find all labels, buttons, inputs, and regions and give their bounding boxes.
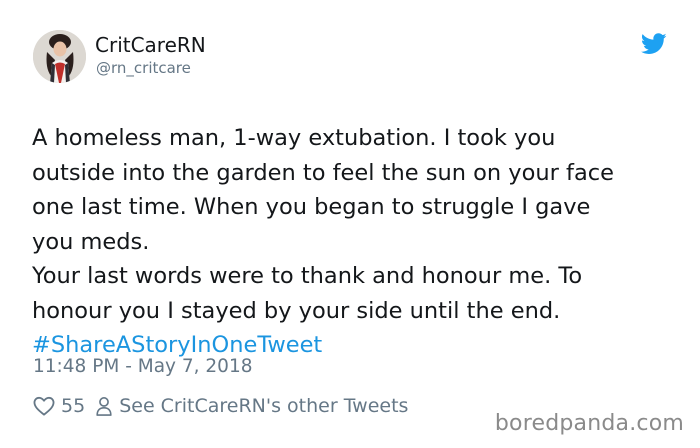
tweet-timestamp[interactable]: 11:48 PM - May 7, 2018 (33, 356, 253, 377)
other-tweets-link[interactable]: See CritCareRN's other Tweets (95, 395, 408, 417)
like-count: 55 (61, 395, 86, 417)
other-tweets-label: See CritCareRN's other Tweets (119, 395, 409, 417)
twitter-bird-icon[interactable] (641, 33, 667, 55)
like-button[interactable]: 55 (33, 395, 85, 417)
avatar[interactable] (33, 30, 86, 83)
author-handle[interactable]: @rn_critcare (96, 59, 191, 77)
tweet-text-line: you meds. (32, 228, 150, 255)
author-display-name[interactable]: CritCareRN (95, 33, 206, 57)
tweet-text-line: honour you I stayed by your side until t… (32, 297, 561, 324)
watermark: boredpanda.com (494, 411, 684, 436)
profile-photo-image (33, 30, 86, 83)
tweet-text-line: one last time. When you began to struggl… (32, 194, 591, 220)
person-icon (96, 397, 112, 416)
tweet-text-line: Your last words were to thank and honour… (32, 263, 583, 289)
tweet-text: A homeless man, 1-way extubation. I took… (32, 121, 682, 363)
tweet-actions: 55 See CritCareRN's other Tweets (33, 393, 408, 419)
tweet-text-line: outside into the garden to feel the sun … (32, 159, 614, 186)
heart-icon (33, 396, 55, 416)
tweet-card: CritCareRN @rn_critcare A homeless man, … (0, 0, 700, 448)
tweet-text-line: A homeless man, 1-way extubation. I took… (32, 125, 556, 151)
